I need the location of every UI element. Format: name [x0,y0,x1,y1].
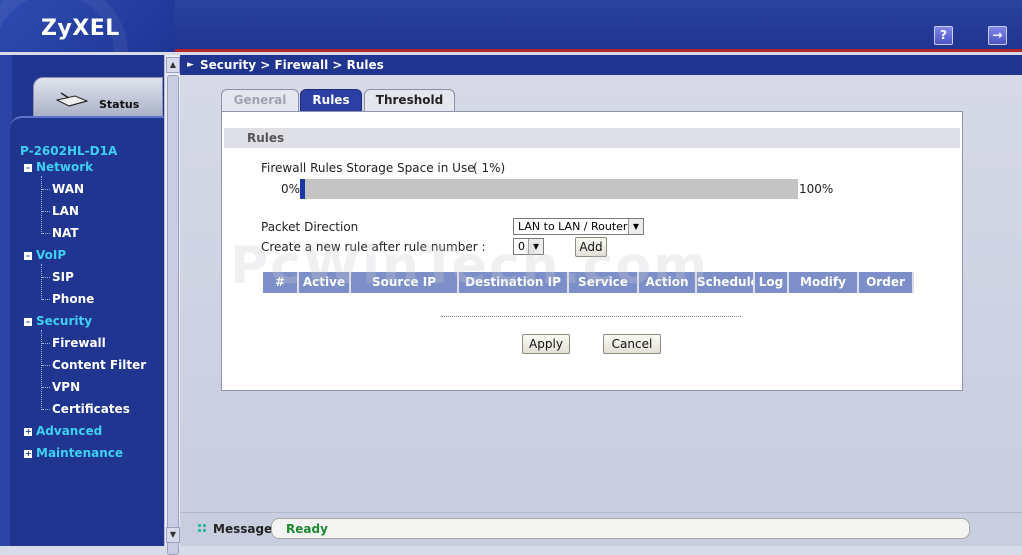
message-label: Message [213,522,273,536]
section-title: Rules [224,128,960,148]
message-icon [198,524,206,532]
nav-tree [10,116,164,546]
expand-icon[interactable]: + [24,450,32,458]
new-rule-label: Create a new rule after rule number : [261,240,486,254]
nav-advanced[interactable]: Advanced [36,424,102,438]
dropdown-arrow-icon: ▼ [628,219,643,234]
cancel-button[interactable]: Cancel [603,334,661,354]
nav-maintenance[interactable]: Maintenance [36,446,123,460]
apply-button[interactable]: Apply [522,334,570,354]
nav-wan[interactable]: WAN [52,182,84,196]
packet-direction-select[interactable]: LAN to LAN / Router ▼ [513,218,644,235]
column-header: Schedule [697,272,755,293]
scroll-down-icon[interactable]: ▼ [166,527,180,543]
column-header: Destination IP [459,272,569,293]
collapse-icon[interactable]: – [24,252,32,260]
status-label[interactable]: Status [99,98,139,111]
nav-firewall[interactable]: Firewall [52,336,106,350]
packet-direction-label: Packet Direction [261,220,359,234]
nav-nat[interactable]: NAT [52,226,79,240]
scroll-thumb[interactable] [167,75,179,555]
zyxel-logo: ZyXEL [41,16,120,41]
tab-general[interactable]: General [221,89,299,112]
column-header: Source IP [351,272,459,293]
progress-min-label: 0% [281,182,301,196]
rules-table-header: # Active Source IP Destination IP Service Act… [263,272,914,293]
nav-lan[interactable]: LAN [52,204,79,218]
storage-percent: ( 1%) [473,161,506,175]
nav-security[interactable]: Security [36,314,92,328]
tab-threshold[interactable]: Threshold [364,89,455,112]
breadcrumb: Security > Firewall > Rules [180,55,1022,75]
logout-icon[interactable]: → [988,26,1007,45]
column-header: Log [755,272,789,293]
collapse-icon[interactable]: – [24,318,32,326]
router-icon [55,92,89,107]
table-divider [441,316,741,317]
column-header: Order [859,272,914,293]
column-header: Service [569,272,639,293]
storage-label: Firewall Rules Storage Space in Use [261,161,475,175]
nav-certificates[interactable]: Certificates [52,402,130,416]
nav-network[interactable]: Network [36,160,93,174]
nav-vpn[interactable]: VPN [52,380,80,394]
expand-icon[interactable]: + [24,428,32,436]
column-header: # [263,272,299,293]
nav-voip[interactable]: VoIP [36,248,66,262]
progress-max-label: 100% [799,182,834,196]
dropdown-arrow-icon: ▼ [528,239,543,254]
storage-progress-bar [300,179,798,199]
nav-sip[interactable]: SIP [52,270,74,284]
collapse-icon[interactable]: – [24,164,32,172]
tab-rules[interactable]: Rules [300,89,362,112]
message-status: Ready [271,518,970,539]
column-header: Modify [789,272,859,293]
device-model[interactable]: P-2602HL-D1A [20,144,117,158]
sidebar-scrollbar[interactable]: ▲ ▼ [164,55,180,555]
column-header: Active [299,272,351,293]
breadcrumb-arrow-icon: ► [187,60,194,70]
add-button[interactable]: Add [575,237,607,257]
nav-phone[interactable]: Phone [52,292,94,306]
scroll-up-icon[interactable]: ▲ [166,57,180,73]
column-header: Action [639,272,697,293]
rule-number-select[interactable]: 0 ▼ [513,238,544,255]
help-icon[interactable]: ? [934,26,953,45]
nav-content-filter[interactable]: Content Filter [52,358,146,372]
progress-fill [300,179,305,199]
